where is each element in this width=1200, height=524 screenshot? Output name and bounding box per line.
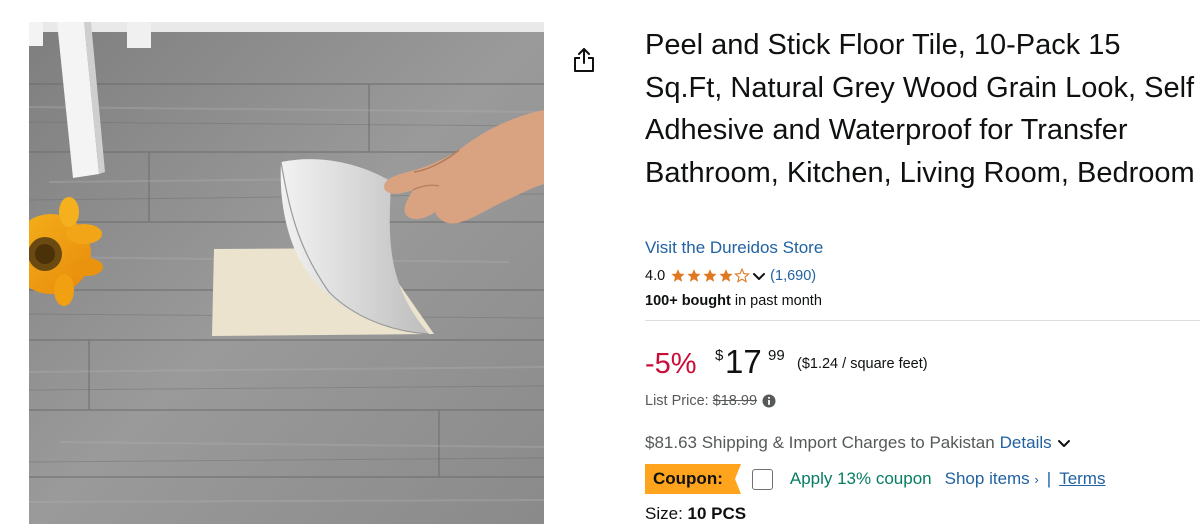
star-icon (671, 269, 685, 282)
shop-items-arrow: › (1034, 472, 1039, 487)
divider (645, 320, 1200, 321)
list-price-value: $18.99 (712, 393, 758, 409)
product-image[interactable] (29, 22, 544, 524)
price-currency: $ (715, 347, 724, 364)
size-value: 10 PCS (687, 504, 747, 523)
list-price: List Price: $18.99 (645, 393, 776, 409)
shipping-row: $81.63 Shipping & Import Charges to Paki… (645, 433, 1071, 453)
price-fraction: 99 (768, 347, 785, 364)
shop-items-link[interactable]: Shop items › (945, 469, 1039, 489)
share-button[interactable] (571, 46, 597, 74)
discount-percent: -5% (645, 348, 697, 380)
shop-items-label: Shop items (944, 469, 1030, 488)
info-icon[interactable] (762, 394, 776, 408)
store-link[interactable]: Visit the Dureidos Store (645, 238, 823, 258)
star-icon (687, 269, 701, 282)
coupon-badge-label: Coupon: (653, 469, 723, 488)
rating-value: 4.0 (645, 268, 666, 284)
price-whole: 17 (725, 343, 762, 380)
star-icon (719, 269, 733, 282)
bought-count: 100+ bought (645, 293, 731, 309)
coupon-separator: | (1046, 469, 1052, 488)
coupon-badge-notch (728, 464, 741, 494)
product-title: Peel and Stick Floor Tile, 10-Pack 15 Sq… (645, 29, 1195, 189)
coupon-badge: Coupon: (645, 464, 741, 494)
coupon-row: Coupon: Apply 13% coupon Shop items › | … (645, 464, 1105, 494)
share-icon (574, 48, 594, 72)
chevron-down-icon[interactable] (752, 269, 766, 283)
shipping-details-link[interactable]: Details (1000, 433, 1052, 453)
size-row: Size: 10 PCS (645, 504, 746, 524)
apply-coupon-label[interactable]: Apply 13% coupon (790, 469, 932, 489)
bought-period: in past month (730, 293, 822, 309)
chevron-down-icon[interactable] (1057, 436, 1071, 450)
unit-price: ($1.24 / square feet) (797, 356, 928, 372)
terms-link[interactable]: Terms (1059, 469, 1105, 489)
star-rating[interactable] (670, 268, 751, 284)
star-empty-icon (734, 268, 751, 283)
list-price-label: List Price: (645, 393, 709, 409)
coupon-checkbox[interactable] (751, 468, 773, 490)
rating-count-link[interactable]: (1,690) (770, 268, 816, 284)
rating-row: 4.0 (1,690) (645, 266, 816, 286)
shipping-text: $81.63 Shipping & Import Charges to Paki… (645, 433, 995, 452)
star-icon (703, 269, 717, 282)
bought-text: 100+ bought in past month (645, 293, 822, 309)
size-label: Size: (645, 504, 683, 523)
